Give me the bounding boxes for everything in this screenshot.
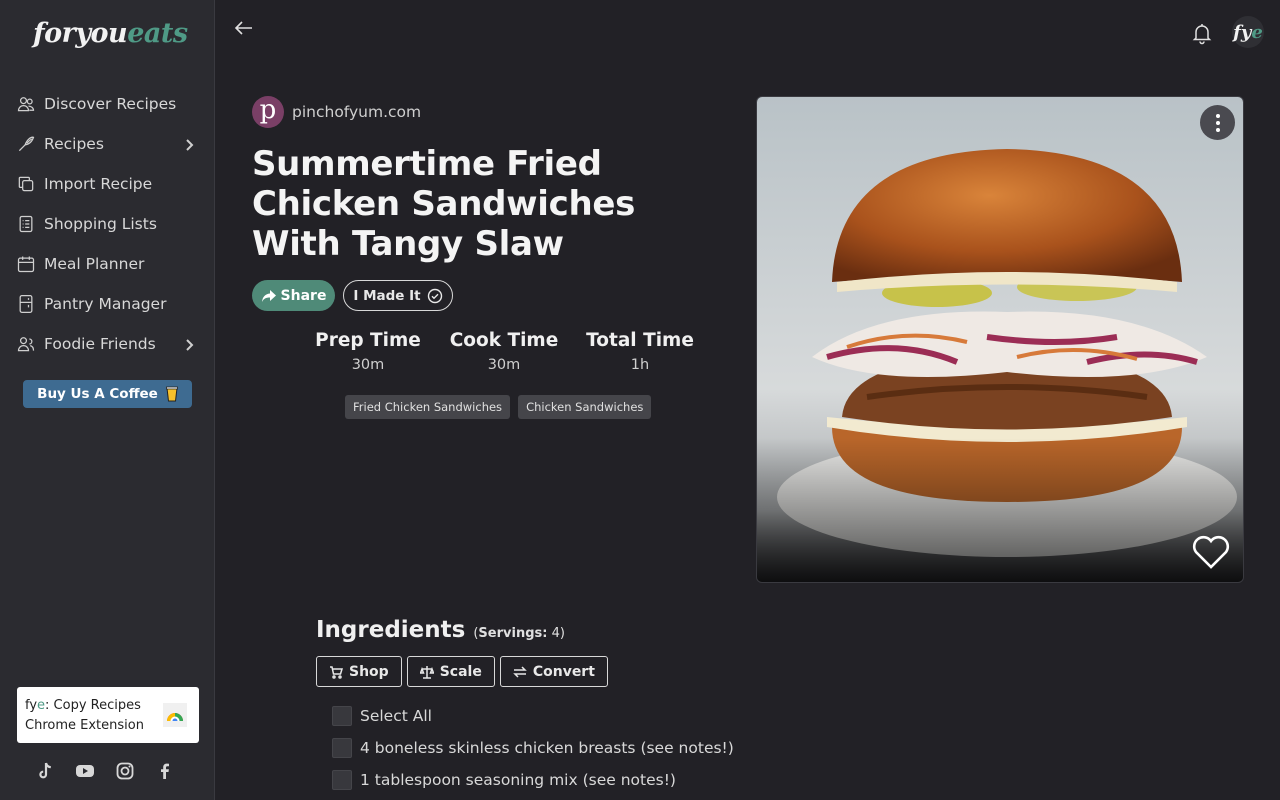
bell-icon xyxy=(1192,24,1212,45)
check-circle-icon xyxy=(427,288,442,303)
coffee-button-label: Buy Us A Coffee xyxy=(37,386,158,402)
time-label: Total Time xyxy=(586,330,694,351)
sidebar-item-label: Shopping Lists xyxy=(44,215,157,233)
ingredient-checkbox[interactable] xyxy=(332,770,352,790)
share-arrow-icon xyxy=(261,289,276,302)
users-icon xyxy=(16,94,36,114)
select-all-checkbox[interactable] xyxy=(332,706,352,726)
facebook-icon[interactable] xyxy=(155,760,175,782)
total-time: Total Time 1h xyxy=(572,330,708,373)
sidebar: foryoueats Discover Recipes Recipes Impo… xyxy=(0,0,215,800)
fridge-icon xyxy=(16,294,36,314)
scale-label: Scale xyxy=(439,663,482,680)
ingredients-header: Ingredients (Servings: 4) xyxy=(316,617,565,643)
convert-arrows-icon xyxy=(513,665,527,678)
chrome-icon xyxy=(163,703,187,727)
favorite-button[interactable] xyxy=(1191,534,1231,570)
scale-button[interactable]: Scale xyxy=(406,656,495,687)
time-label: Cook Time xyxy=(449,330,559,351)
tag-chip[interactable]: Chicken Sandwiches xyxy=(518,395,652,419)
recipe-source-link[interactable]: p pinchofyum.com xyxy=(252,95,422,128)
sidebar-nav: Discover Recipes Recipes Import Recipe S… xyxy=(0,84,214,364)
time-value: 30m xyxy=(351,357,385,373)
shop-label: Shop xyxy=(349,663,389,680)
cart-icon xyxy=(330,665,343,679)
convert-button[interactable]: Convert xyxy=(499,656,608,687)
convert-label: Convert xyxy=(532,663,595,680)
recipe-title: Summertime Fried Chicken Sandwiches With… xyxy=(252,144,636,264)
share-button[interactable]: Share xyxy=(252,280,335,311)
heart-icon xyxy=(1192,535,1230,569)
sidebar-item-label: Foodie Friends xyxy=(44,335,156,353)
recipe-image xyxy=(756,96,1244,583)
made-it-label: I Made It xyxy=(353,287,421,304)
source-logo: p xyxy=(252,95,284,128)
ingredient-item[interactable]: 1 tablespoon seasoning mix (see notes!) xyxy=(332,764,734,796)
ingredient-checkbox[interactable] xyxy=(332,738,352,758)
share-label: Share xyxy=(280,287,327,304)
calendar-icon xyxy=(16,254,36,274)
i-made-it-button[interactable]: I Made It xyxy=(343,280,453,311)
sidebar-item-shopping-lists[interactable]: Shopping Lists xyxy=(0,204,214,244)
copy-icon xyxy=(16,174,36,194)
chevron-right-icon xyxy=(182,337,196,351)
coffee-cup-icon xyxy=(165,386,178,402)
ingredient-list: Select All 4 boneless skinless chicken b… xyxy=(332,700,734,796)
time-value: 1h xyxy=(630,357,650,373)
recipe-tags: Fried Chicken Sandwiches Chicken Sandwic… xyxy=(345,395,652,419)
ingredient-text: 4 boneless skinless chicken breasts (see… xyxy=(360,739,734,757)
buy-us-a-coffee-button[interactable]: Buy Us A Coffee xyxy=(23,380,192,408)
chrome-extension-card[interactable]: fye: Copy Recipes Chrome Extension xyxy=(17,687,199,743)
friends-icon xyxy=(16,334,36,354)
ingredient-item[interactable]: 4 boneless skinless chicken breasts (see… xyxy=(332,732,734,764)
chevron-right-icon xyxy=(182,137,196,151)
back-button[interactable] xyxy=(232,16,256,40)
time-label: Prep Time xyxy=(315,330,421,351)
sidebar-item-label: Recipes xyxy=(44,135,104,153)
social-links xyxy=(35,760,175,782)
sidebar-item-pantry-manager[interactable]: Pantry Manager xyxy=(0,284,214,324)
sidebar-item-label: Discover Recipes xyxy=(44,95,177,113)
sidebar-item-label: Pantry Manager xyxy=(44,295,167,313)
source-url: pinchofyum.com xyxy=(292,103,422,121)
user-avatar[interactable]: fy e xyxy=(1232,16,1264,48)
sidebar-item-import-recipe[interactable]: Import Recipe xyxy=(0,164,214,204)
scale-icon xyxy=(419,665,434,679)
fried-chicken-sandwich-photo xyxy=(757,97,1243,582)
ingredient-actions: Shop Scale Convert xyxy=(316,656,608,687)
app-root: foryoueats Discover Recipes Recipes Impo… xyxy=(0,0,1280,800)
instagram-icon[interactable] xyxy=(115,760,135,782)
ingredients-heading: Ingredients xyxy=(316,617,466,643)
more-options-button[interactable] xyxy=(1200,105,1235,140)
select-all-row[interactable]: Select All xyxy=(332,700,734,732)
sidebar-item-label: Import Recipe xyxy=(44,175,153,193)
youtube-icon[interactable] xyxy=(75,760,95,782)
checklist-icon xyxy=(16,214,36,234)
shop-button[interactable]: Shop xyxy=(316,656,402,687)
sidebar-item-recipes[interactable]: Recipes xyxy=(0,124,214,164)
tiktok-icon[interactable] xyxy=(35,760,55,782)
arrow-left-icon xyxy=(234,21,252,35)
sidebar-item-label: Meal Planner xyxy=(44,255,145,273)
select-all-label: Select All xyxy=(360,707,432,725)
cook-time: Cook Time 30m xyxy=(436,330,572,373)
sidebar-item-discover-recipes[interactable]: Discover Recipes xyxy=(0,84,214,124)
sidebar-item-foodie-friends[interactable]: Foodie Friends xyxy=(0,324,214,364)
servings-info: (Servings: 4) xyxy=(473,626,565,641)
recipe-times: Prep Time 30m Cook Time 30m Total Time 1… xyxy=(300,330,708,373)
kebab-menu-icon xyxy=(1215,113,1220,132)
sidebar-item-meal-planner[interactable]: Meal Planner xyxy=(0,244,214,284)
time-value: 30m xyxy=(487,357,521,373)
app-logo[interactable]: foryoueats xyxy=(33,18,188,49)
notifications-button[interactable] xyxy=(1190,21,1214,45)
whisk-icon xyxy=(16,134,36,154)
ingredient-text: 1 tablespoon seasoning mix (see notes!) xyxy=(360,771,676,789)
prep-time: Prep Time 30m xyxy=(300,330,436,373)
tag-chip[interactable]: Fried Chicken Sandwiches xyxy=(345,395,511,419)
